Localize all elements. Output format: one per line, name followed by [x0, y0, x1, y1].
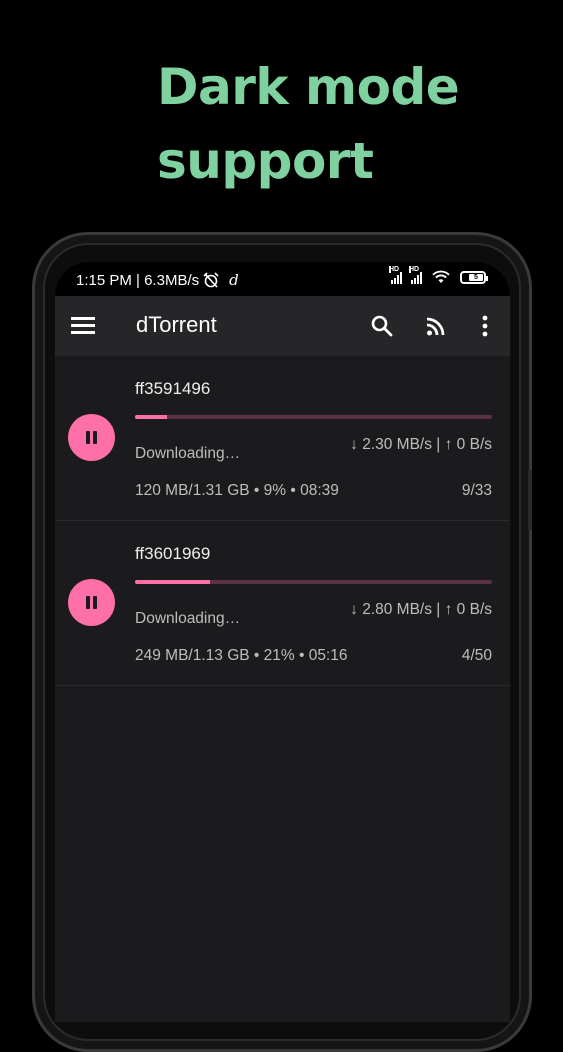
alarm-off-icon — [203, 272, 219, 288]
torrent-speed: ↓ 2.80 MB/s | ↑ 0 B/s — [350, 601, 492, 618]
search-icon[interactable] — [368, 312, 396, 340]
torrent-row[interactable]: ff3601969 Downloading… ↓ 2.80 MB/s | ↑ 0… — [55, 521, 510, 686]
torrent-info: 249 MB/1.13 GB • 21% • 05:16 — [135, 647, 348, 664]
torrent-row[interactable]: ff3591496 Downloading… ↓ 2.30 MB/s | ↑ 0… — [55, 356, 510, 521]
signal-icon: HD — [389, 266, 402, 284]
headline-line-2: support — [157, 132, 374, 190]
torrent-pieces: 9/33 — [461, 482, 492, 499]
phone-side-button — [528, 470, 532, 530]
torrent-status: Downloading… — [135, 445, 241, 462]
status-time-speed: 1:15 PM | 6.3MB/s — [76, 271, 200, 289]
phone-screen: 1:15 PM | 6.3MB/s d HD HD 5 dTorrent ff3… — [55, 262, 510, 1022]
app-title: dTorrent — [136, 312, 217, 337]
wifi-icon — [432, 270, 450, 283]
signal-icon: HD — [409, 266, 422, 284]
app-bar: dTorrent — [55, 296, 510, 356]
status-bar: 1:15 PM | 6.3MB/s d HD HD 5 — [55, 262, 510, 296]
headline-line-1: Dark mode — [157, 58, 460, 116]
app-notification-icon: d — [229, 271, 239, 289]
progress-fill — [135, 580, 210, 584]
promo-headline: Dark mode support — [157, 50, 460, 198]
pause-button[interactable] — [68, 579, 115, 626]
more-vert-icon[interactable] — [471, 312, 499, 340]
torrent-speed: ↓ 2.30 MB/s | ↑ 0 B/s — [350, 436, 492, 453]
torrent-list: ff3591496 Downloading… ↓ 2.30 MB/s | ↑ 0… — [55, 356, 510, 686]
menu-icon[interactable] — [71, 314, 95, 338]
progress-bar — [135, 415, 492, 419]
progress-fill — [135, 415, 168, 419]
torrent-info: 120 MB/1.31 GB • 9% • 08:39 — [135, 482, 339, 499]
pause-button[interactable] — [68, 414, 115, 461]
rss-feed-icon[interactable] — [422, 312, 450, 340]
torrent-status: Downloading… — [135, 610, 241, 627]
torrent-name: ff3591496 — [135, 379, 211, 398]
progress-bar — [135, 580, 492, 584]
torrent-name: ff3601969 — [135, 544, 211, 563]
torrent-pieces: 4/50 — [461, 647, 492, 664]
status-left: 1:15 PM | 6.3MB/s d — [76, 271, 239, 289]
status-right: HD HD 5 — [389, 266, 488, 284]
battery-icon: 5 — [460, 270, 488, 284]
battery-level: 5 — [469, 273, 483, 281]
